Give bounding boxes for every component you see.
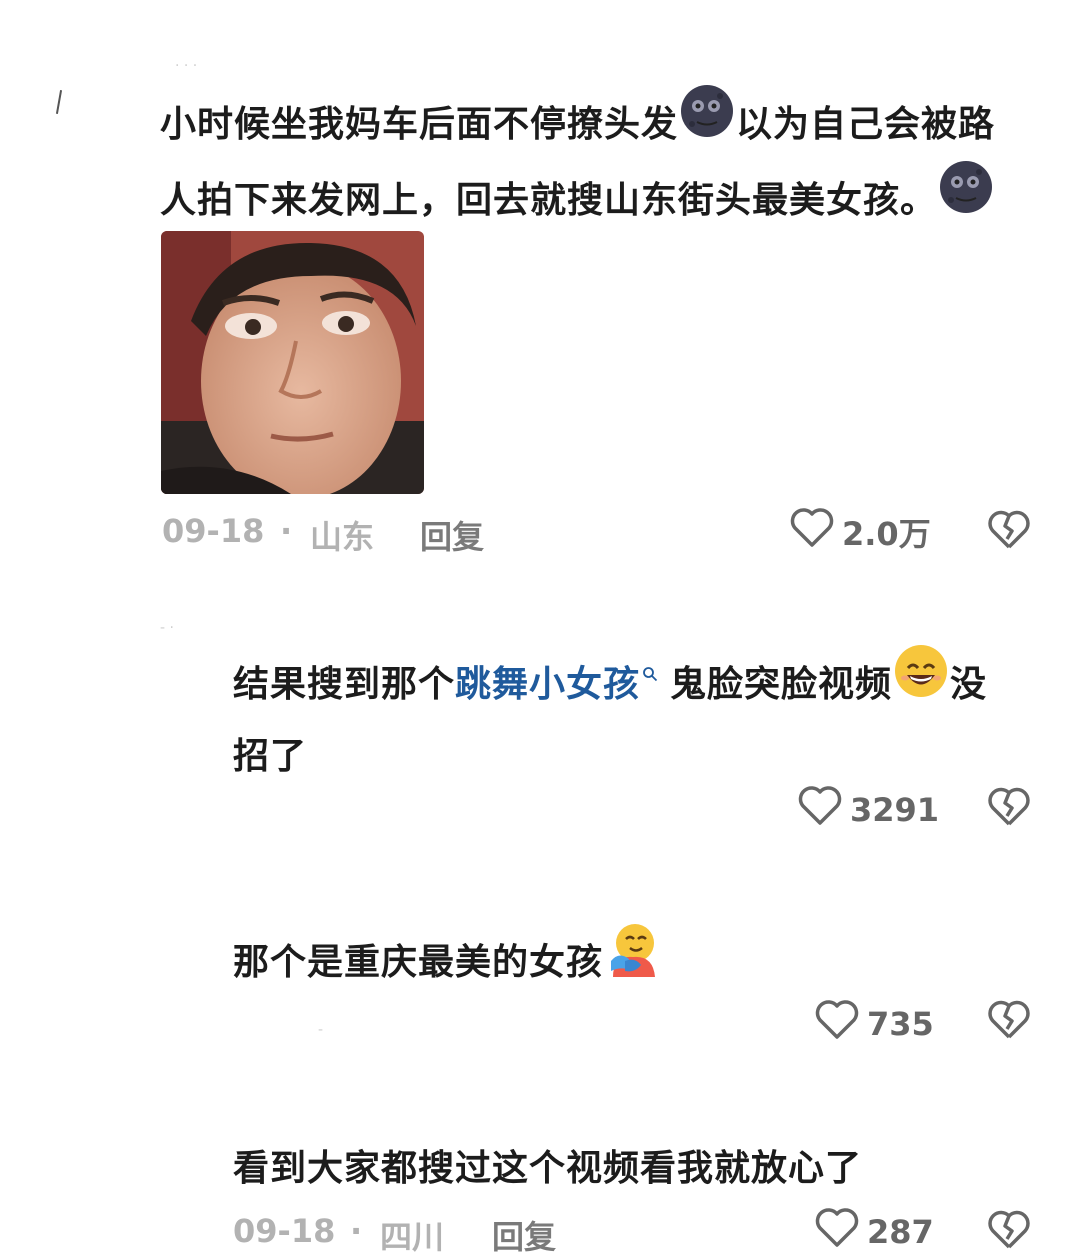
reply-button[interactable]: 回复 <box>492 1212 556 1258</box>
like-button[interactable]: 3291 <box>798 786 939 834</box>
like-count: 287 <box>867 1213 934 1251</box>
portrait-image <box>161 231 424 494</box>
faint-mark <box>55 90 63 114</box>
heart-outline-icon <box>790 508 834 556</box>
meta-separator: · <box>350 1212 363 1250</box>
heart-outline-icon <box>798 786 842 834</box>
search-icon[interactable] <box>642 638 658 682</box>
comment-4-text: 看到大家都搜过这个视频看我就放心了 <box>233 1148 863 1189</box>
faint-mark: · · · <box>175 58 198 74</box>
dislike-button[interactable] <box>988 510 1030 554</box>
comment-4-date: 09-18 <box>233 1212 336 1250</box>
comment-3: 那个是重庆最美的女孩 <box>233 924 1053 1003</box>
reply-button[interactable]: 回复 <box>420 512 484 558</box>
like-button[interactable]: 287 <box>815 1208 934 1256</box>
broken-heart-icon <box>988 1000 1030 1044</box>
comment-3-text: 那个是重庆最美的女孩 <box>233 924 1053 1003</box>
dislike-button[interactable] <box>988 1000 1030 1044</box>
comment-text-part: 鬼脸突脸视频 <box>670 664 893 705</box>
dislike-button[interactable] <box>988 787 1030 831</box>
like-button[interactable]: 735 <box>815 1000 934 1048</box>
heart-outline-icon <box>815 1000 859 1048</box>
meta-separator: · <box>280 512 293 550</box>
comment-text-part: 以为自己会被路 <box>736 104 996 145</box>
comment-text-part: 没 <box>950 664 988 705</box>
comment-4: 看到大家都搜过这个视频看我就放心了 <box>233 1136 1053 1202</box>
moon-face-icon <box>680 84 734 160</box>
comment-text-part: 人拍下来发网上，回去就搜山东街头最美女孩。 <box>160 180 938 221</box>
broken-heart-icon <box>988 510 1030 554</box>
comment-1-text: 小时候坐我妈车后面不停撩头发 以为自己会被路 人拍下来发网上，回去就搜山东街头最… <box>160 85 1060 240</box>
comment-2: 结果搜到那个跳舞小女孩 鬼脸突脸视频 没 招了 <box>233 645 1053 790</box>
broken-heart-icon <box>988 787 1030 831</box>
like-button[interactable]: 2.0万 <box>790 508 931 556</box>
comment-1-photo[interactable] <box>161 231 424 494</box>
like-count: 3291 <box>850 791 940 829</box>
comment-4-location: 四川 <box>380 1218 445 1256</box>
comment-text-part: 小时候坐我妈车后面不停撩头发 <box>160 104 679 145</box>
comment-text-part: 那个是重庆最美的女孩 <box>233 942 604 983</box>
comment-2-text: 结果搜到那个跳舞小女孩 鬼脸突脸视频 没 招了 <box>233 645 1053 790</box>
comment-1: 小时候坐我妈车后面不停撩头发 以为自己会被路 人拍下来发网上，回去就搜山东街头最… <box>160 85 1060 240</box>
broken-heart-icon <box>988 1210 1030 1254</box>
heart-outline-icon <box>815 1208 859 1256</box>
comment-1-location: 山东 <box>310 518 375 556</box>
comment-1-date: 09-18 <box>162 512 265 550</box>
comment-text-part: 招了 <box>233 736 308 777</box>
like-count: 2.0万 <box>842 515 931 553</box>
like-count: 735 <box>867 1005 934 1043</box>
faint-mark: - · <box>160 620 174 636</box>
hugging-face-icon <box>605 921 661 999</box>
grinning-sweat-icon <box>894 644 948 720</box>
comment-text-part: 结果搜到那个 <box>233 664 456 705</box>
dislike-button[interactable] <box>988 1210 1030 1254</box>
search-link[interactable]: 跳舞小女孩 <box>455 664 640 705</box>
faint-mark: - <box>318 1022 324 1038</box>
moon-face-icon <box>939 160 993 236</box>
